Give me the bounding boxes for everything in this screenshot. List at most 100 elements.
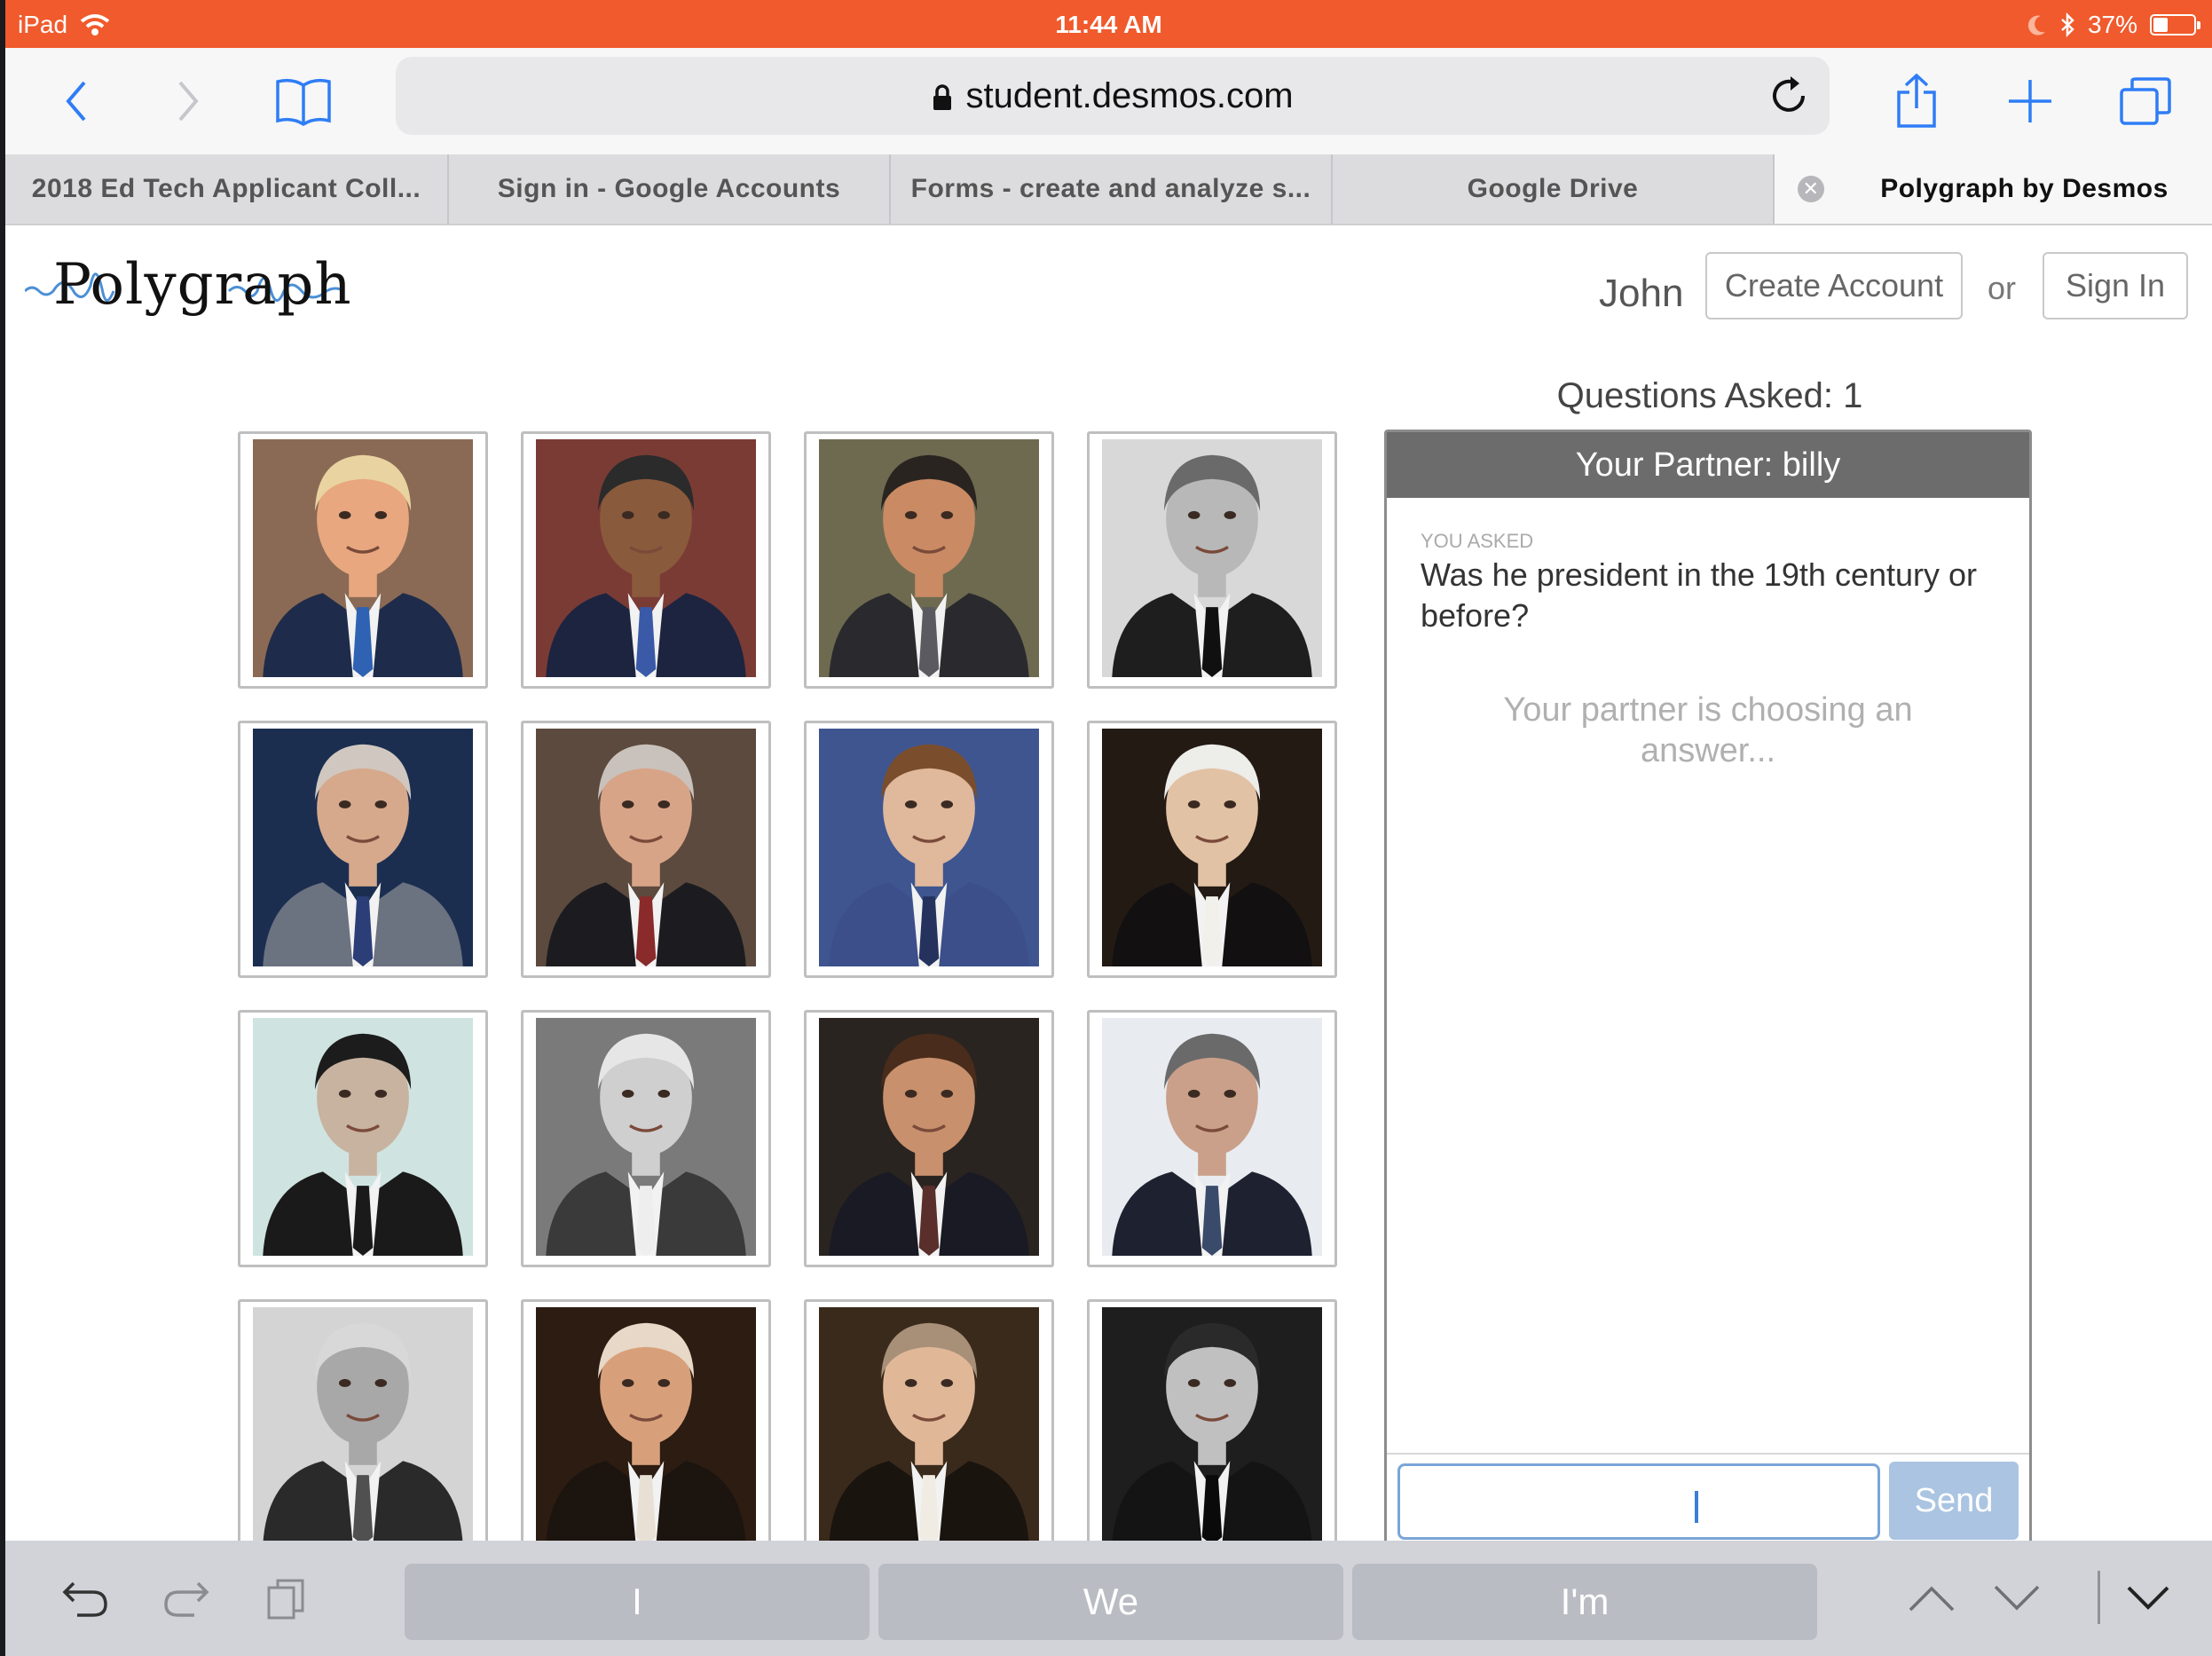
tab-bar: 2018 Ed Tech Applicant Coll... Sign in -… [5,154,2212,225]
paste-button[interactable] [256,1567,318,1629]
tab-title: Google Drive [1467,174,1639,203]
text-caret [1695,1491,1698,1523]
question-input-row: Send [1387,1453,2029,1550]
tab-ed-tech[interactable]: 2018 Ed Tech Applicant Coll... [5,154,449,224]
share-button[interactable] [1881,67,1952,135]
status-time: 11:44 AM [1055,11,1162,38]
president-card[interactable] [1087,431,1337,689]
undo-button[interactable] [55,1567,117,1629]
reload-icon[interactable] [1766,73,1812,119]
url-text: student.desmos.com [965,76,1294,115]
president-card[interactable] [1087,721,1337,978]
address-bar[interactable]: student.desmos.com [396,57,1830,135]
question-input[interactable] [1397,1463,1880,1540]
portrait-image [263,1033,463,1256]
suggestion-3[interactable]: I'm [1352,1564,1817,1640]
president-card[interactable] [521,1299,771,1557]
chevron-up-icon [1909,1586,1955,1612]
president-card[interactable] [804,1299,1054,1557]
tab-title: Forms - create and analyze s... [910,174,1311,203]
president-card[interactable] [521,721,771,978]
partner-chat-panel: Your Partner: billy YOU ASKED Was he pre… [1384,430,2032,1548]
portrait-image [263,1322,463,1545]
tab-google-forms[interactable]: Forms - create and analyze s... [891,154,1333,224]
chevron-down-icon [1994,1585,2040,1611]
or-label: or [1988,270,2017,306]
portrait-image [1112,1322,1312,1545]
president-portrait [536,1018,756,1256]
back-button[interactable] [41,67,112,135]
screen: iPad 11:44 AM 37% student.desmos.com 201… [5,0,2212,1656]
you-asked-label: YOU ASKED [1421,530,1534,552]
portrait-image [829,1322,1029,1545]
portrait-image [546,744,746,966]
president-card[interactable] [521,431,771,689]
asked-question-text: Was he president in the 19th century or … [1421,556,1978,634]
suggestion-2[interactable]: We [878,1564,1343,1640]
moon-icon [2027,15,2045,35]
portrait-image [1112,744,1312,966]
president-card[interactable] [238,721,488,978]
dismiss-keyboard-button[interactable] [2117,1567,2179,1629]
president-portrait [1102,1307,1322,1545]
president-card[interactable] [238,1010,488,1267]
partner-header: Your Partner: billy [1387,432,2029,498]
redo-button[interactable] [154,1567,216,1629]
user-name: John [1599,272,1684,315]
tab-google-drive[interactable]: Google Drive [1333,154,1775,224]
president-portrait [1102,729,1322,966]
create-account-button[interactable]: Create Account [1705,252,1963,319]
logo-text: Polygraph [53,252,352,318]
plus-icon [2009,80,2051,122]
suggestion-1[interactable]: I [405,1564,870,1640]
forward-button[interactable] [153,67,224,135]
portrait-image [546,454,746,677]
chevron-down-icon [2127,1586,2169,1610]
undo-icon [62,1581,107,1617]
portrait-image [263,744,463,966]
portrait-image [263,454,463,677]
portrait-image [1112,454,1312,677]
keyboard-shortcut-bar: I We I'm [5,1541,2212,1656]
president-portrait [1102,1018,1322,1256]
polygraph-logo: Polygraph [25,238,362,327]
toolbar-divider [2098,1571,2100,1624]
tab-google-sign-in[interactable]: Sign in - Google Accounts [449,154,891,224]
send-button[interactable]: Send [1889,1462,2019,1540]
president-card[interactable] [1087,1010,1337,1267]
president-card[interactable] [238,1299,488,1557]
president-portrait [819,729,1039,966]
next-field-button[interactable] [1986,1567,2048,1629]
president-card[interactable] [1087,1299,1337,1557]
tab-polygraph[interactable]: ✕ Polygraph by Desmos [1775,154,2212,224]
portrait-image [829,744,1029,966]
tabs-button[interactable] [2110,67,2181,135]
sign-in-button[interactable]: Sign In [2043,252,2188,319]
president-portrait [536,439,756,677]
portrait-image [829,454,1029,677]
chevron-right-icon [178,81,199,122]
president-card[interactable] [804,431,1054,689]
battery-percent: 37% [2087,11,2137,38]
polygraph-page: Polygraph John Create Account or Sign In… [5,227,2212,1557]
president-portrait [253,729,473,966]
president-portrait [536,1307,756,1545]
president-card[interactable] [804,721,1054,978]
new-tab-button[interactable] [1995,67,2066,135]
previous-field-button[interactable] [1901,1567,1963,1629]
chevron-left-icon [66,81,86,122]
close-tab-icon[interactable]: ✕ [1798,176,1824,202]
president-card[interactable] [521,1010,771,1267]
bookmarks-button[interactable] [268,67,339,135]
president-portrait [253,439,473,677]
president-card[interactable] [238,431,488,689]
tab-title: Polygraph by Desmos [1880,174,2169,203]
share-icon [1897,73,1936,128]
bluetooth-icon [2061,12,2074,37]
status-bar: iPad 11:44 AM 37% [5,0,2212,48]
portrait-image [546,1322,746,1545]
president-portrait [1102,439,1322,677]
president-card[interactable] [804,1010,1054,1267]
portrait-image [1112,1033,1312,1256]
portrait-image [829,1033,1029,1256]
